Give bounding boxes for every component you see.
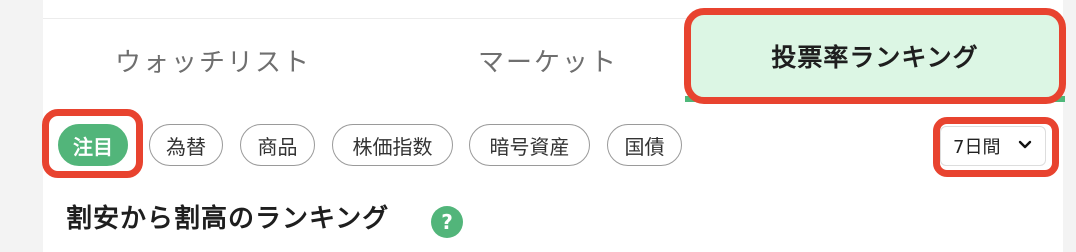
chip-bonds[interactable]: 国債 bbox=[607, 124, 682, 166]
tab-market[interactable]: マーケット bbox=[383, 18, 713, 102]
chip-stock-index[interactable]: 株価指数 bbox=[332, 124, 453, 166]
highlight-box-select bbox=[933, 117, 1059, 177]
question-icon[interactable]: ? bbox=[431, 206, 463, 238]
highlight-box-chip bbox=[42, 109, 143, 178]
section-title: 割安から割高のランキング bbox=[66, 204, 390, 234]
chip-commodities[interactable]: 商品 bbox=[240, 124, 315, 166]
tab-ranking-label: 投票率ランキング bbox=[771, 43, 979, 72]
tab-ranking[interactable]: 投票率ランキング bbox=[684, 8, 1066, 104]
tab-watchlist[interactable]: ウォッチリスト bbox=[43, 18, 383, 102]
chip-forex[interactable]: 為替 bbox=[149, 124, 223, 166]
chip-crypto[interactable]: 暗号資産 bbox=[469, 124, 590, 166]
